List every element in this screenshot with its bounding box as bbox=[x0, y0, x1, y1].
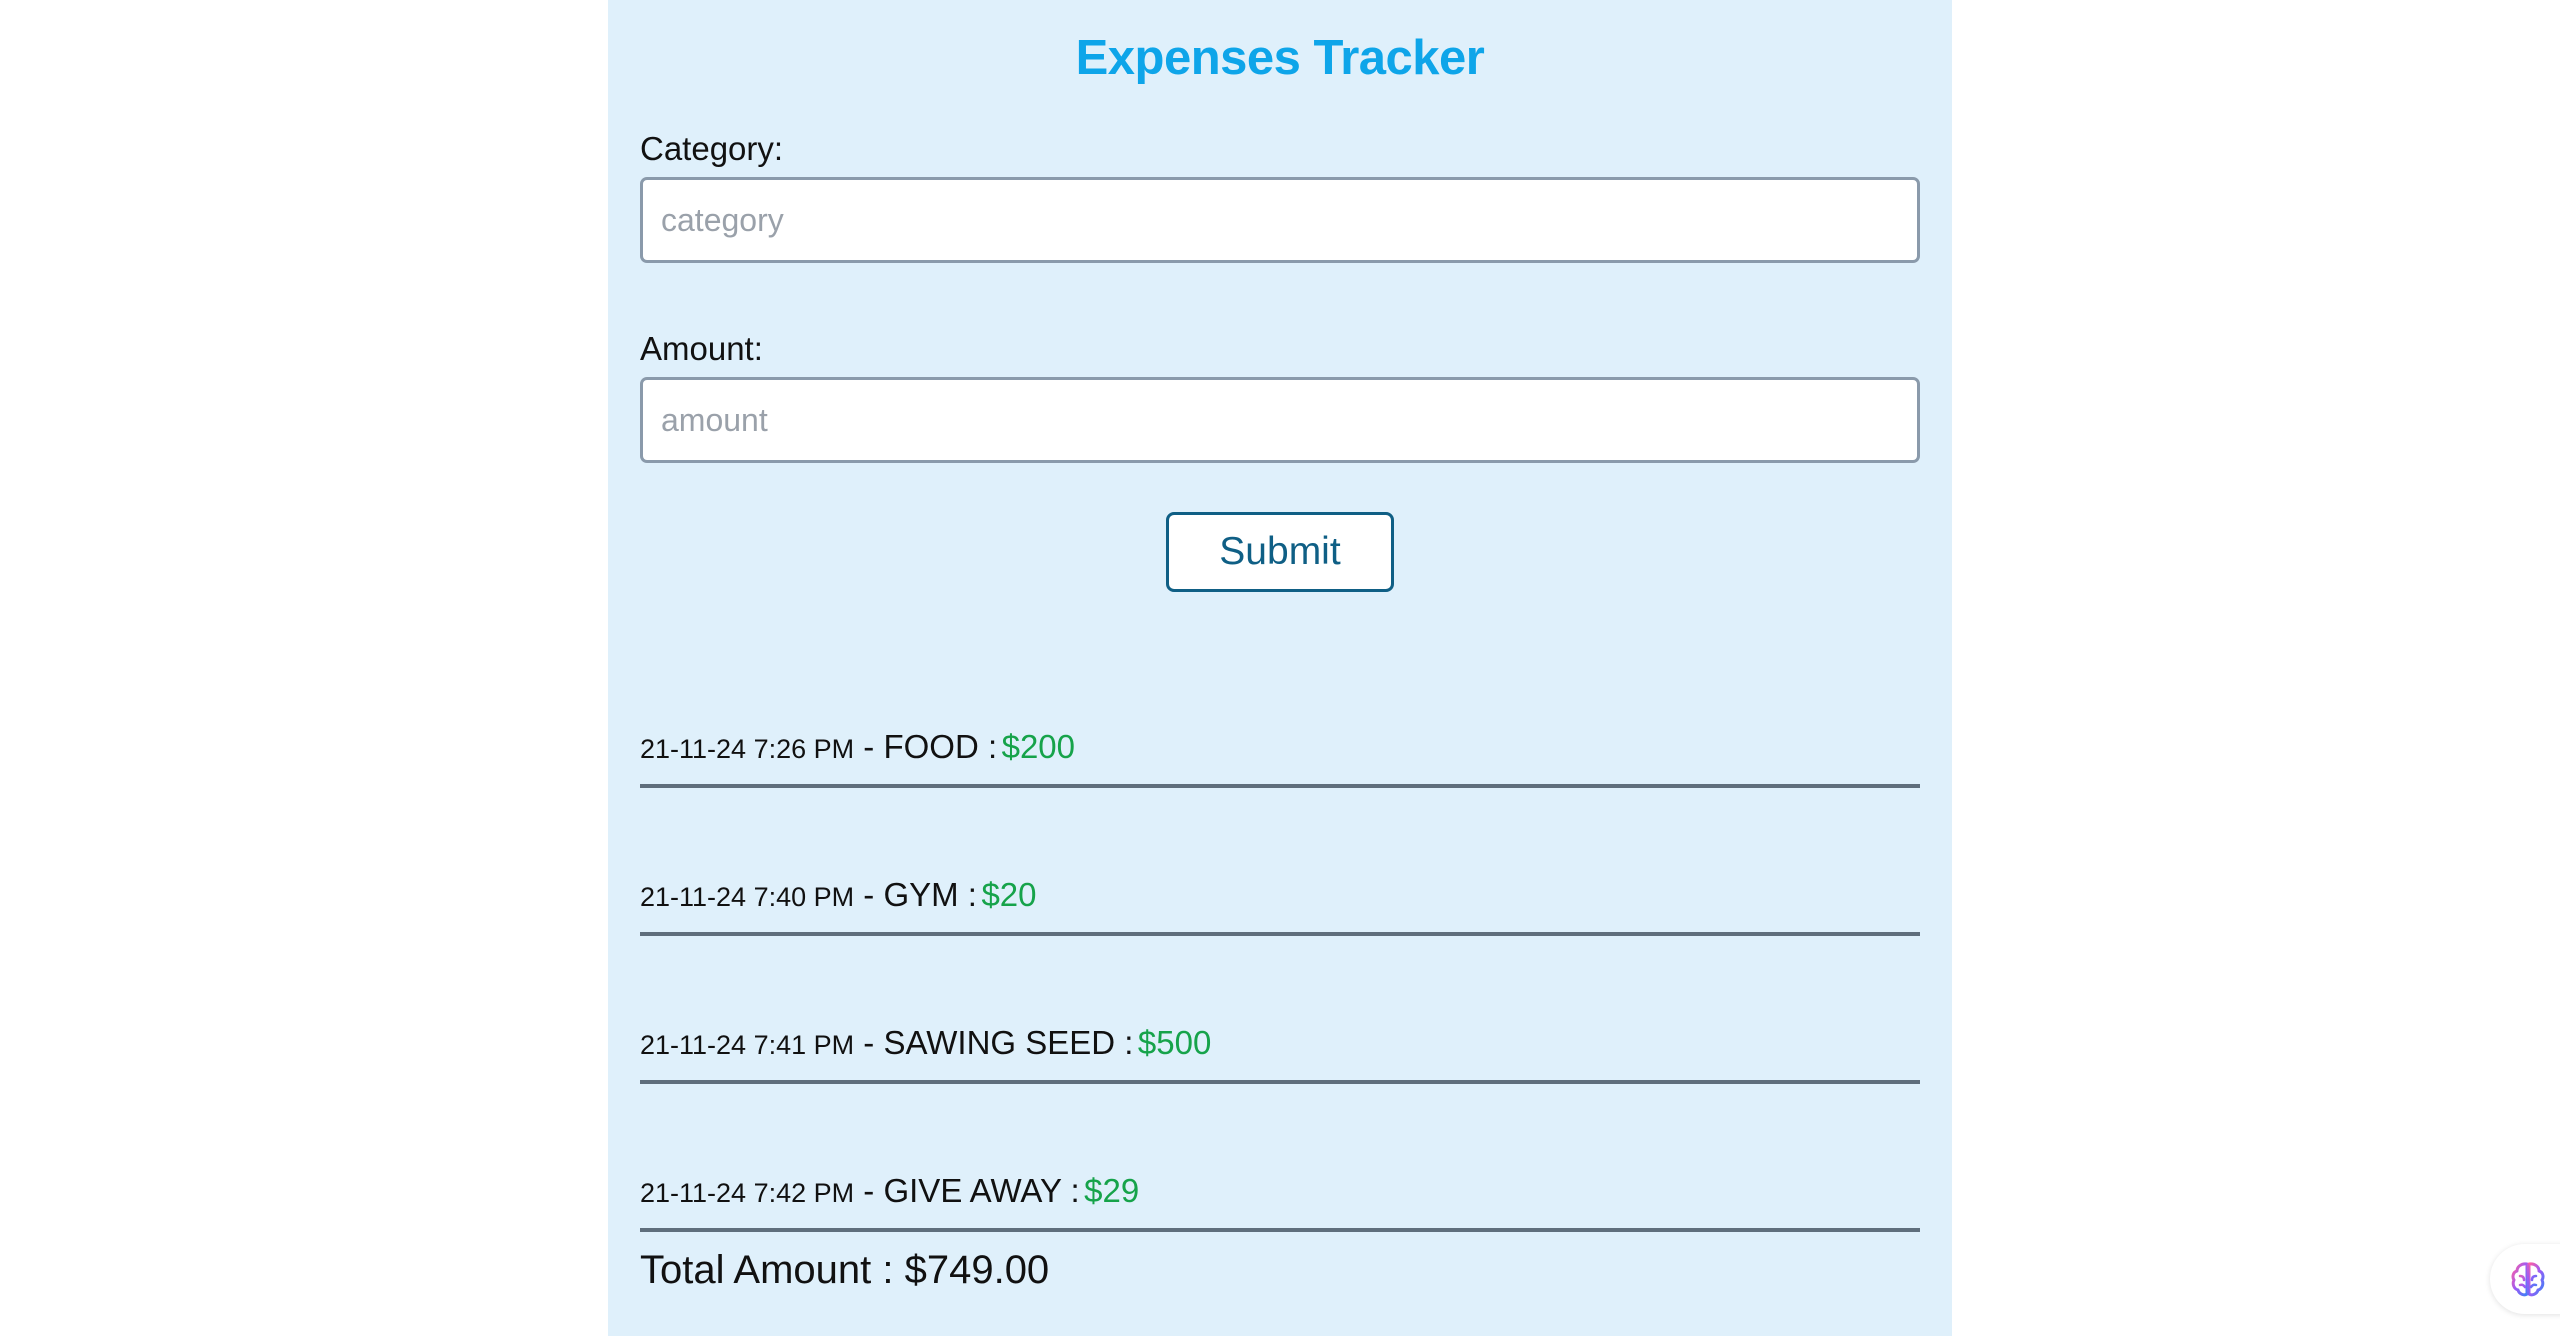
expense-category: SAWING SEED : bbox=[883, 1024, 1134, 1061]
page-title: Expenses Tracker bbox=[1075, 31, 1485, 85]
expense-list: 21-11-24 7:26 PM - FOOD : $200 21-11-24 … bbox=[640, 640, 1920, 1232]
expense-separator: - bbox=[854, 876, 884, 913]
expense-separator: - bbox=[854, 1172, 884, 1209]
expense-category: FOOD : bbox=[883, 728, 998, 765]
brain-icon bbox=[2511, 1262, 2545, 1297]
expense-amount: $20 bbox=[981, 876, 1037, 913]
expense-amount: $29 bbox=[1084, 1172, 1140, 1209]
assistant-button[interactable] bbox=[2490, 1244, 2560, 1314]
expense-date: 21-11-24 7:40 PM bbox=[640, 882, 855, 912]
list-item: 21-11-24 7:40 PM - GYM : $20 bbox=[640, 788, 1920, 936]
expense-separator: - bbox=[854, 728, 884, 765]
divider bbox=[640, 1228, 1920, 1232]
expense-amount: $200 bbox=[1001, 728, 1076, 765]
total-amount: Total Amount : $749.00 bbox=[640, 1248, 1050, 1292]
expense-date: 21-11-24 7:26 PM bbox=[640, 734, 855, 764]
expenses-tracker-panel: Expenses Tracker Category: Amount: Submi… bbox=[608, 0, 1952, 1336]
list-item: 21-11-24 7:41 PM - SAWING SEED : $500 bbox=[640, 936, 1920, 1084]
amount-label: Amount: bbox=[640, 330, 763, 367]
expense-row: 21-11-24 7:26 PM - FOOD : $200 bbox=[640, 728, 1075, 766]
expense-amount: $500 bbox=[1137, 1024, 1212, 1061]
list-item: 21-11-24 7:26 PM - FOOD : $200 bbox=[640, 640, 1920, 788]
expense-separator: - bbox=[854, 1024, 884, 1061]
expense-row: 21-11-24 7:40 PM - GYM : $20 bbox=[640, 876, 1037, 914]
category-label: Category: bbox=[640, 130, 784, 167]
amount-input[interactable] bbox=[640, 377, 1920, 463]
expense-row: 21-11-24 7:42 PM - GIVE AWAY : $29 bbox=[640, 1172, 1139, 1210]
list-item: 21-11-24 7:42 PM - GIVE AWAY : $29 bbox=[640, 1084, 1920, 1232]
submit-button[interactable]: Submit bbox=[1166, 512, 1394, 592]
expense-category: GYM : bbox=[883, 876, 977, 913]
category-input[interactable] bbox=[640, 177, 1920, 263]
expense-date: 21-11-24 7:42 PM bbox=[640, 1178, 855, 1208]
expense-category: GIVE AWAY : bbox=[883, 1172, 1080, 1209]
expense-date: 21-11-24 7:41 PM bbox=[640, 1030, 855, 1060]
expense-row: 21-11-24 7:41 PM - SAWING SEED : $500 bbox=[640, 1024, 1211, 1062]
